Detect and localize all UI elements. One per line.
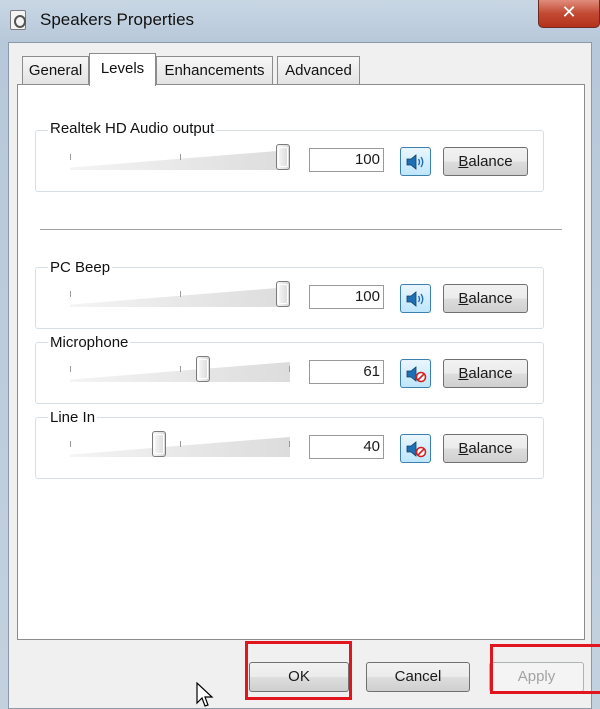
volume-slider[interactable] — [70, 356, 290, 390]
volume-value-field[interactable]: 100 — [309, 285, 384, 309]
slider-thumb[interactable] — [276, 144, 290, 170]
slider-thumb[interactable] — [196, 356, 210, 382]
title-bar[interactable]: Speakers Properties ✕ — [0, 0, 600, 42]
apply-button[interactable]: Apply — [489, 662, 584, 692]
tab-general[interactable]: General — [22, 56, 89, 84]
speaker-muted-icon[interactable] — [400, 434, 431, 463]
speaker-icon[interactable] — [400, 284, 431, 313]
separator — [40, 229, 562, 231]
tab-levels[interactable]: Levels — [89, 53, 156, 86]
tab-advanced[interactable]: Advanced — [277, 56, 360, 84]
speaker-properties-icon — [10, 10, 26, 30]
ok-button[interactable]: OK — [249, 662, 349, 692]
balance-button[interactable]: Balance — [443, 434, 528, 463]
balance-button[interactable]: Balance — [443, 147, 528, 176]
level-label: Microphone — [48, 334, 131, 351]
level-label: Line In — [48, 409, 98, 426]
volume-value-field[interactable]: 61 — [309, 360, 384, 384]
speakers-properties-window: Speakers Properties ✕ General Levels Enh… — [0, 0, 600, 709]
volume-slider[interactable] — [70, 431, 290, 465]
slider-thumb[interactable] — [276, 281, 290, 307]
speaker-icon[interactable] — [400, 147, 431, 176]
slider-thumb[interactable] — [152, 431, 166, 457]
speaker-muted-icon[interactable] — [400, 359, 431, 388]
close-button[interactable]: ✕ — [538, 0, 600, 28]
window-title: Speakers Properties — [40, 10, 195, 29]
tab-enhancements[interactable]: Enhancements — [156, 56, 273, 84]
cancel-button[interactable]: Cancel — [366, 662, 470, 692]
volume-value-field[interactable]: 100 — [309, 148, 384, 172]
mouse-cursor-icon — [196, 681, 214, 709]
level-label: PC Beep — [48, 259, 113, 276]
volume-slider[interactable] — [70, 281, 290, 315]
level-label: Realtek HD Audio output — [48, 120, 217, 137]
balance-button[interactable]: Balance — [443, 359, 528, 388]
volume-value-field[interactable]: 40 — [309, 435, 384, 459]
volume-slider[interactable] — [70, 144, 290, 178]
balance-button[interactable]: Balance — [443, 284, 528, 313]
